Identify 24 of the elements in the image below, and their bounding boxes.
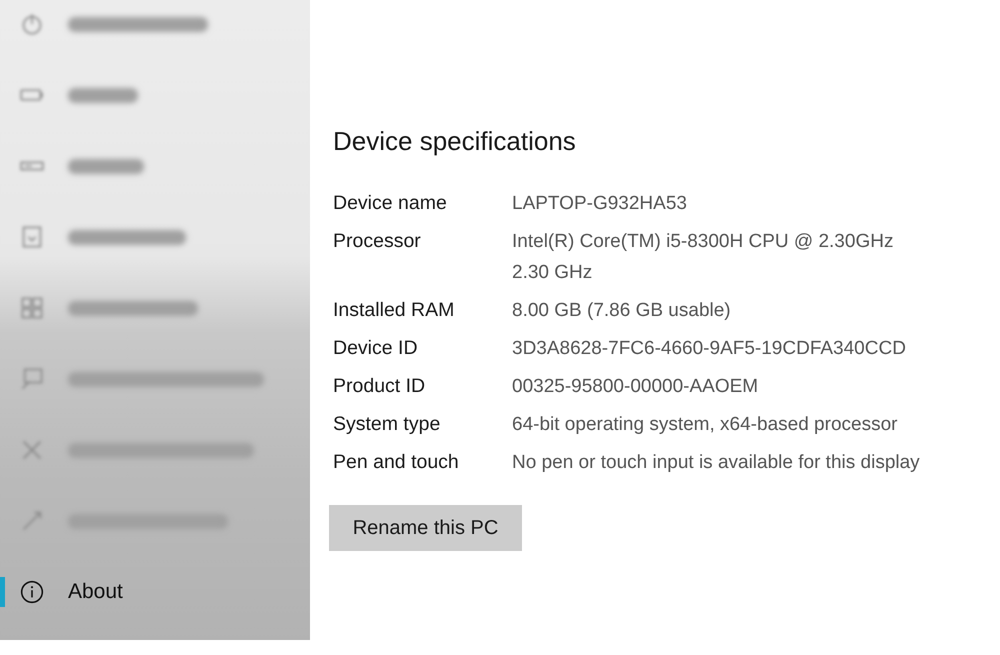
spec-label: Pen and touch xyxy=(333,450,460,475)
section-title: Device specifications xyxy=(333,125,577,158)
grid-icon xyxy=(20,296,44,320)
spec-value: No pen or touch input is available for this display xyxy=(512,451,920,475)
spec-value: 8.00 GB (7.86 GB usable) xyxy=(512,299,731,323)
info-icon xyxy=(20,580,44,604)
spec-value: LAPTOP-G932HA53 xyxy=(512,192,687,216)
sidebar-item[interactable]: About xyxy=(0,568,310,616)
spec-label: Installed RAM xyxy=(333,298,456,323)
spec-label: Device name xyxy=(333,191,448,216)
diagonal-arrow-icon xyxy=(20,509,44,533)
spec-value: 3D3A8628-7FC6-4660-9AF5-19CDFA340CCD xyxy=(512,337,906,361)
cross-icon xyxy=(20,438,44,462)
tablet-icon xyxy=(20,225,44,249)
speech-bubble-icon xyxy=(20,367,44,391)
rename-button[interactable]: Rename this PC xyxy=(329,505,522,551)
power-icon xyxy=(20,12,44,36)
spec-label: Device ID xyxy=(333,336,419,361)
spec-value: 64-bit operating system, x64-based processor xyxy=(512,413,898,437)
spec-value: Intel(R) Core(TM) i5-8300H CPU @ 2.30GHz 2.30 GHz xyxy=(512,230,894,285)
spec-label: Product ID xyxy=(333,374,426,399)
spec-label: Processor xyxy=(333,229,422,254)
spec-value: 00325-95800-00000-AAOEM xyxy=(512,375,758,399)
spec-label: System type xyxy=(333,412,442,437)
